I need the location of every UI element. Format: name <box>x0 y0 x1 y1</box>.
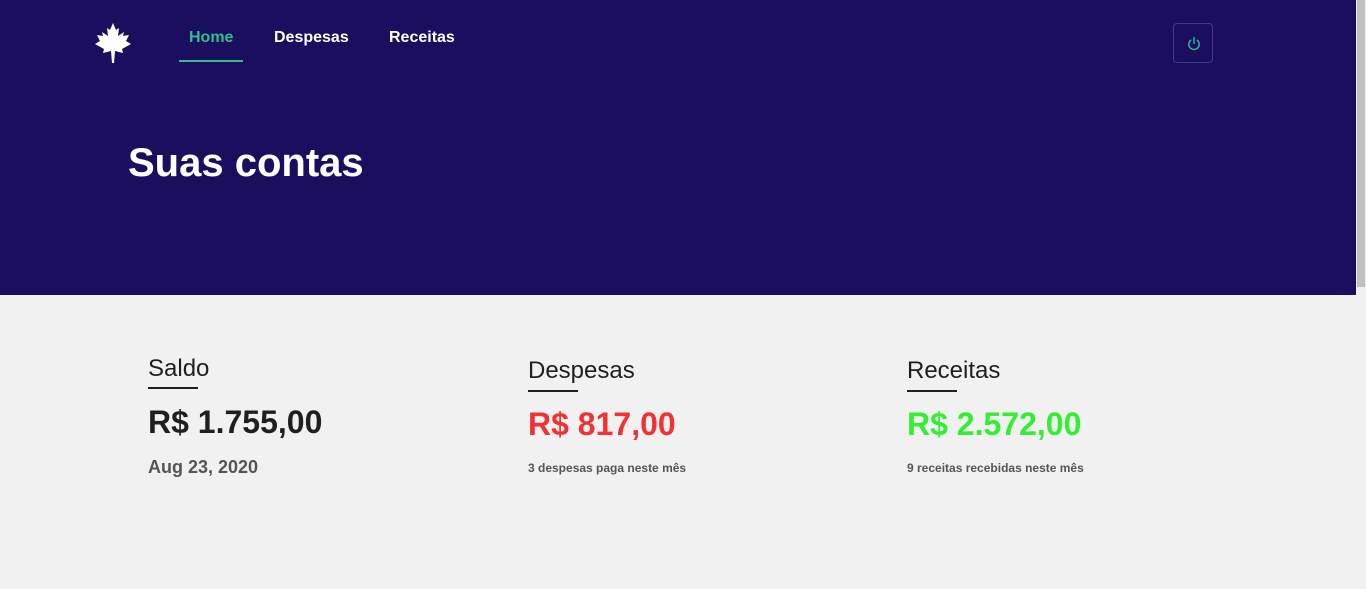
page-scrollbar[interactable] <box>1356 0 1366 589</box>
scrollbar-thumb[interactable] <box>1357 0 1365 287</box>
saldo-divider <box>148 387 198 389</box>
despesas-title: Despesas <box>528 357 635 384</box>
nav-despesas[interactable]: Despesas <box>274 29 349 47</box>
receitas-title: Receitas <box>907 357 1001 384</box>
receitas-caption: 9 receitas recebidas neste mês <box>907 461 1084 475</box>
saldo-title: Saldo <box>148 355 210 382</box>
nav-receitas[interactable]: Receitas <box>389 29 455 47</box>
receitas-value: R$ 2.572,00 <box>907 406 1082 442</box>
logout-button[interactable] <box>1173 23 1213 63</box>
header-banner: Home Despesas Receitas Suas contas <box>0 0 1356 295</box>
nav-home[interactable]: Home <box>189 29 233 47</box>
maple-leaf-icon[interactable] <box>94 22 132 64</box>
active-nav-indicator <box>179 60 243 62</box>
despesas-divider <box>528 390 578 392</box>
despesas-caption: 3 despesas paga neste mês <box>528 461 687 475</box>
page-title: Suas contas <box>128 141 364 185</box>
despesas-value: R$ 817,00 <box>528 406 676 442</box>
power-icon <box>1188 36 1200 51</box>
receitas-divider <box>907 390 957 392</box>
saldo-value: R$ 1.755,00 <box>148 404 323 440</box>
saldo-date: Aug 23, 2020 <box>148 457 259 477</box>
